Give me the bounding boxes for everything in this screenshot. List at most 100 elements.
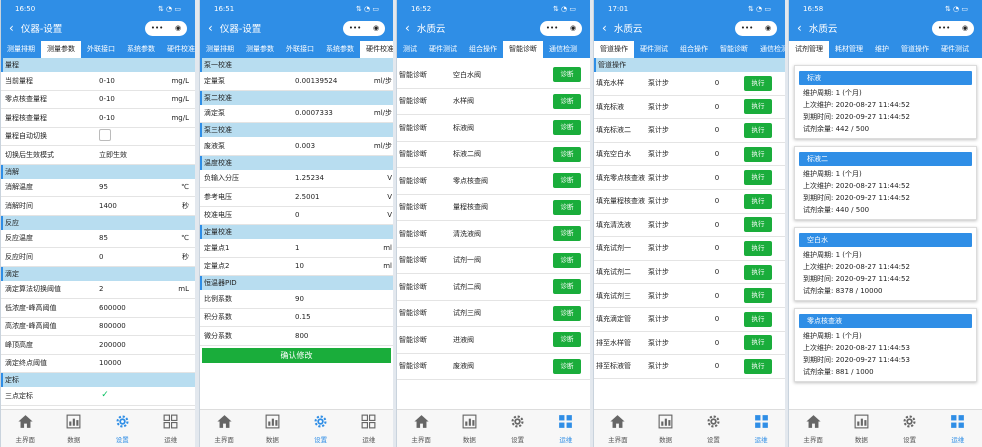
diagnose-button[interactable]: 诊断	[553, 146, 581, 162]
execute-button[interactable]: 执行	[744, 217, 772, 233]
tab-pipeline-ops[interactable]: 管道操作	[895, 41, 935, 58]
setting-value[interactable]: 200000	[99, 341, 151, 349]
pump-steps-value[interactable]: 0	[690, 268, 744, 276]
reagent-card-title[interactable]: 标液	[799, 71, 972, 85]
more-dots-icon[interactable]: •••	[741, 24, 753, 32]
diagnose-button[interactable]: 诊断	[553, 173, 581, 189]
execute-button[interactable]: 执行	[744, 99, 772, 115]
back-arrow-icon[interactable]: ‹	[797, 21, 802, 35]
execute-button[interactable]: 执行	[744, 335, 772, 351]
execute-button[interactable]: 执行	[744, 122, 772, 138]
diagnose-button[interactable]: 诊断	[553, 358, 581, 374]
diagnose-button[interactable]: 诊断	[553, 305, 581, 321]
setting-value[interactable]: 2.5001	[295, 193, 357, 201]
tab-comm-check[interactable]: 通信检测	[754, 41, 785, 58]
capsule-menu[interactable]: ••• ◉	[145, 20, 187, 36]
execute-button[interactable]: 执行	[744, 240, 772, 256]
diagnose-button[interactable]: 诊断	[553, 279, 581, 295]
tab-hardware-calibration[interactable]: 硬件校准	[161, 41, 195, 58]
more-dots-icon[interactable]: •••	[938, 24, 950, 32]
capsule-menu[interactable]: ••• ◉	[932, 20, 974, 36]
setting-value[interactable]: 立即生效	[99, 150, 151, 160]
nav-ops[interactable]: 运维	[934, 410, 982, 447]
pump-steps-value[interactable]: 0	[690, 315, 744, 323]
setting-value[interactable]: 10	[295, 262, 357, 270]
tab-consumables[interactable]: 耗材管理	[829, 41, 869, 58]
tab-comm-check[interactable]: 通信检测	[543, 41, 583, 58]
target-circle-icon[interactable]: ◉	[962, 24, 968, 32]
target-circle-icon[interactable]: ◉	[765, 24, 771, 32]
setting-value[interactable]: 0.00139524	[295, 77, 357, 85]
setting-value[interactable]: 85	[99, 234, 151, 242]
back-arrow-icon[interactable]: ‹	[405, 21, 410, 35]
setting-value[interactable]: 0	[99, 253, 151, 261]
nav-ops[interactable]: 运维	[345, 410, 393, 447]
tab-measure-params[interactable]: 测量参数	[41, 41, 81, 58]
confirm-button[interactable]: 确认修改	[202, 347, 391, 363]
more-dots-icon[interactable]: •••	[349, 24, 361, 32]
diagnose-button[interactable]: 诊断	[553, 67, 581, 83]
more-dots-icon[interactable]: •••	[546, 24, 558, 32]
three-point-calibration-checkbox[interactable]: ✓	[99, 390, 111, 402]
diagnose-button[interactable]: 诊断	[553, 332, 581, 348]
nav-data[interactable]: 数据	[445, 410, 493, 447]
execute-button[interactable]: 执行	[744, 146, 772, 162]
nav-home[interactable]: 主界面	[594, 410, 642, 447]
setting-value[interactable]: 0.003	[295, 142, 357, 150]
pump-steps-value[interactable]: 0	[690, 292, 744, 300]
nav-home[interactable]: 主界面	[789, 410, 837, 447]
tab-pipeline-ops[interactable]: 管道操作	[594, 41, 634, 58]
nav-data[interactable]: 数据	[248, 410, 296, 447]
tab-system-params[interactable]: 系统参数	[320, 41, 360, 58]
pump-steps-value[interactable]: 0	[690, 362, 744, 370]
tab-test[interactable]: 测试	[397, 41, 423, 58]
nav-ops[interactable]: 运维	[737, 410, 785, 447]
tab-external-interface[interactable]: 外联接口	[81, 41, 121, 58]
tab-schedule[interactable]: 测量排期	[200, 41, 240, 58]
tab-combo-ops[interactable]: 组合操作	[463, 41, 503, 58]
execute-button[interactable]: 执行	[744, 75, 772, 91]
nav-ops[interactable]: 运维	[542, 410, 590, 447]
diagnose-button[interactable]: 诊断	[553, 93, 581, 109]
nav-home[interactable]: 主界面	[1, 410, 50, 447]
diagnose-button[interactable]: 诊断	[553, 199, 581, 215]
diagnose-button[interactable]: 诊断	[553, 226, 581, 242]
nav-home[interactable]: 主界面	[397, 410, 445, 447]
execute-button[interactable]: 执行	[744, 358, 772, 374]
nav-data[interactable]: 数据	[837, 410, 885, 447]
nav-settings[interactable]: 设置	[297, 410, 345, 447]
nav-ops[interactable]: 运维	[147, 410, 196, 447]
setting-value[interactable]: 0.15	[295, 313, 357, 321]
setting-value[interactable]: 0-10	[99, 77, 151, 85]
tab-reagent-management[interactable]: 试剂管理	[789, 41, 829, 58]
setting-value[interactable]: 95	[99, 183, 151, 191]
tab-combo-ops[interactable]: 组合操作	[674, 41, 714, 58]
setting-value[interactable]: 0-10	[99, 95, 151, 103]
pump-steps-value[interactable]: 0	[690, 197, 744, 205]
execute-button[interactable]: 执行	[744, 311, 772, 327]
execute-button[interactable]: 执行	[744, 170, 772, 186]
tab-external-interface[interactable]: 外联接口	[280, 41, 320, 58]
reagent-card-title[interactable]: 空白水	[799, 233, 972, 247]
setting-value[interactable]: 600000	[99, 304, 151, 312]
execute-button[interactable]: 执行	[744, 288, 772, 304]
tab-maintenance[interactable]: 维护	[869, 41, 895, 58]
more-dots-icon[interactable]: •••	[151, 24, 163, 32]
pump-steps-value[interactable]: 0	[690, 126, 744, 134]
nav-settings[interactable]: 设置	[98, 410, 147, 447]
pump-steps-value[interactable]: 0	[690, 174, 744, 182]
setting-value[interactable]: 10000	[99, 359, 151, 367]
pump-steps-value[interactable]: 0	[690, 244, 744, 252]
target-circle-icon[interactable]: ◉	[570, 24, 576, 32]
setting-value[interactable]: 0	[295, 211, 357, 219]
setting-value[interactable]: 0.0007333	[295, 109, 357, 117]
setting-value[interactable]: 1.25234	[295, 174, 357, 182]
setting-value[interactable]: 1400	[99, 202, 151, 210]
back-arrow-icon[interactable]: ‹	[602, 21, 607, 35]
tab-hardware-test[interactable]: 硬件测试	[634, 41, 674, 58]
diagnose-button[interactable]: 诊断	[553, 120, 581, 136]
capsule-menu[interactable]: ••• ◉	[735, 20, 777, 36]
pump-steps-value[interactable]: 0	[690, 221, 744, 229]
execute-button[interactable]: 执行	[744, 264, 772, 280]
nav-settings[interactable]: 设置	[494, 410, 542, 447]
